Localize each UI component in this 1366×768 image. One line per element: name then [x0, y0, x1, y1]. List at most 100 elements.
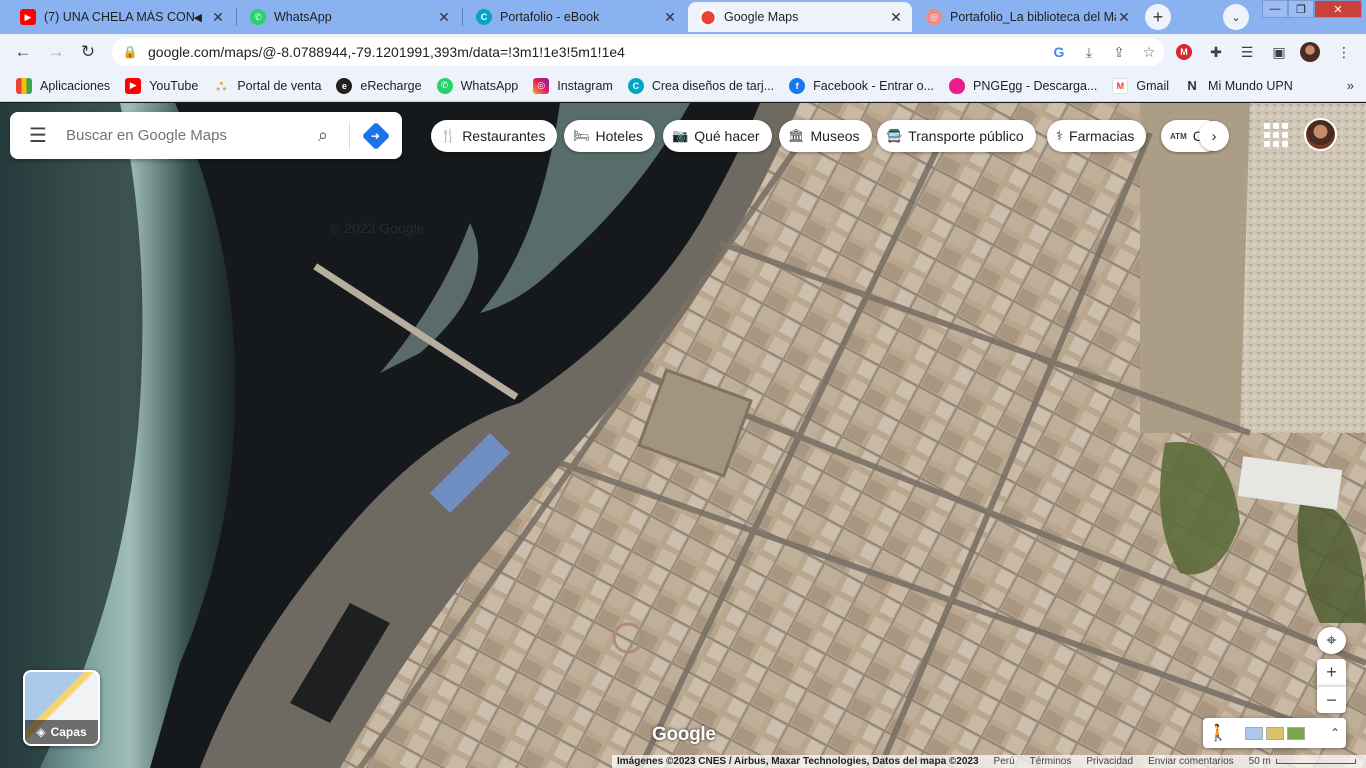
- forward-button[interactable]: →: [43, 39, 69, 65]
- tab-whatsapp[interactable]: ✆ WhatsApp ✕: [238, 2, 460, 32]
- maps-search-box: ☰ ⌕ ➜: [10, 112, 402, 159]
- new-tab-button[interactable]: +: [1145, 4, 1171, 30]
- url-text[interactable]: google.com/maps/@-8.0788944,-79.1201991,…: [148, 44, 1044, 60]
- chip-museos[interactable]: 🏛 Museos: [779, 120, 872, 152]
- bookmark-canva[interactable]: C Crea diseños de tarj...: [627, 77, 774, 94]
- pngegg-icon: [949, 77, 966, 94]
- arrow-left-icon: ←: [14, 42, 32, 61]
- bookmark-label: Portal de venta: [237, 78, 322, 93]
- scale-label[interactable]: 50 m: [1249, 756, 1271, 767]
- mega-extension-icon[interactable]: M: [1174, 42, 1194, 62]
- hamburger-menu-icon[interactable]: ☰: [10, 123, 66, 148]
- museum-icon: 🏛: [788, 128, 805, 143]
- address-bar[interactable]: 🔒 google.com/maps/@-8.0788944,-79.120199…: [112, 38, 1164, 66]
- extensions-icon[interactable]: ✚: [1206, 42, 1226, 62]
- search-icon[interactable]: ⌕: [303, 125, 343, 146]
- close-icon: ✕: [1333, 3, 1343, 16]
- media-control-icon[interactable]: ☰: [1237, 42, 1257, 62]
- more-bookmarks-icon[interactable]: »: [1347, 78, 1354, 93]
- maximize-button[interactable]: ❐: [1288, 0, 1314, 18]
- zoom-in-button[interactable]: +: [1317, 659, 1346, 686]
- satellite-thumb[interactable]: [1287, 726, 1305, 740]
- google-lens-icon[interactable]: G: [1044, 44, 1074, 60]
- terrain-thumb[interactable]: [1266, 726, 1284, 740]
- tab-title: Portafolio_La biblioteca del Ma: [950, 10, 1116, 24]
- pharmacy-icon: ⚕: [1056, 128, 1064, 143]
- close-icon[interactable]: ✕: [210, 9, 226, 26]
- instagram-icon: ◎: [533, 77, 550, 94]
- back-button[interactable]: ←: [10, 39, 36, 65]
- chip-hoteles[interactable]: 🛏 Hoteles: [564, 120, 655, 152]
- country-link[interactable]: Perú: [994, 756, 1015, 767]
- chip-farmacias[interactable]: ⚕ Farmacias: [1047, 120, 1147, 152]
- reload-button[interactable]: ↻: [75, 39, 101, 65]
- tab-portfolio[interactable]: ◎ Portafolio_La biblioteca del Ma ✕: [914, 2, 1140, 32]
- tab-google-maps[interactable]: ⬤ Google Maps ✕: [688, 2, 912, 32]
- install-icon[interactable]: ⤓: [1074, 44, 1104, 61]
- bookmark-whatsapp[interactable]: ✆ WhatsApp: [436, 77, 519, 94]
- layers-button[interactable]: ◈ Capas: [23, 670, 100, 746]
- directions-button[interactable]: ➜: [356, 116, 396, 156]
- minimize-button[interactable]: —: [1262, 0, 1288, 18]
- star-icon[interactable]: ☆: [1134, 44, 1164, 61]
- tab-search-button[interactable]: ⌄: [1223, 4, 1249, 30]
- bookmark-gmail[interactable]: M Gmail: [1112, 77, 1169, 94]
- chips-next-button[interactable]: ›: [1199, 121, 1229, 151]
- plus-icon: +: [1326, 662, 1337, 682]
- minus-icon: −: [1326, 689, 1337, 710]
- svg-text:© 2023 Google: © 2023 Google: [330, 220, 425, 236]
- profile-avatar[interactable]: [1300, 42, 1320, 62]
- search-input[interactable]: [66, 127, 303, 144]
- google-logo: Google: [652, 724, 716, 745]
- close-icon[interactable]: ✕: [1116, 9, 1132, 26]
- bookmark-aplicaciones[interactable]: Aplicaciones: [16, 77, 110, 94]
- zoom-out-button[interactable]: −: [1317, 686, 1346, 713]
- transit-icon: 🚍: [886, 128, 903, 143]
- chip-transporte-publico[interactable]: 🚍 Transporte público: [877, 120, 1036, 152]
- lock-icon: 🔒: [122, 45, 138, 59]
- bookmark-instagram[interactable]: ◎ Instagram: [533, 77, 613, 94]
- google-apps-icon[interactable]: [1264, 123, 1288, 147]
- chevron-down-icon: ⌄: [1231, 11, 1241, 24]
- bookmark-facebook[interactable]: f Facebook - Entrar o...: [789, 77, 935, 94]
- minimize-icon: —: [1269, 3, 1281, 15]
- side-panel-icon[interactable]: ▣: [1269, 42, 1289, 62]
- satellite-map[interactable]: © 2023 Google: [0, 103, 1366, 768]
- bookmark-youtube[interactable]: ▶ YouTube: [125, 77, 198, 94]
- bookmark-mi-mundo-upn[interactable]: N Mi Mundo UPN: [1184, 78, 1293, 94]
- satellite-imagery[interactable]: © 2023 Google: [0, 103, 1366, 768]
- map-type-thumb[interactable]: [1245, 726, 1263, 740]
- bookmark-label: Mi Mundo UPN: [1208, 78, 1293, 93]
- expand-icon[interactable]: ⌃: [1330, 726, 1340, 740]
- portfolio-icon: ◎: [926, 9, 942, 25]
- bookmark-label: WhatsApp: [460, 78, 519, 93]
- bookmark-pngegg[interactable]: PNGEgg - Descarga...: [949, 77, 1097, 94]
- tab-separator: [236, 8, 237, 26]
- map-view-panel: 🚶 ⌃: [1203, 718, 1346, 748]
- bookmark-label: Facebook - Entrar o...: [813, 78, 935, 93]
- tab-title: Portafolio - eBook: [500, 10, 600, 24]
- privacy-link[interactable]: Privacidad: [1086, 756, 1133, 767]
- my-location-button[interactable]: ⌖: [1317, 627, 1346, 654]
- close-icon[interactable]: ✕: [888, 9, 904, 26]
- chip-restaurantes[interactable]: 🍴 Restaurantes: [431, 120, 558, 152]
- reload-icon: ↻: [80, 42, 96, 61]
- pegman-icon[interactable]: 🚶: [1208, 722, 1228, 744]
- close-icon[interactable]: ✕: [662, 9, 678, 26]
- restaurant-icon: 🍴: [440, 128, 457, 143]
- speaker-icon[interactable]: ◀: [194, 11, 202, 24]
- bookmark-portal-de-venta[interactable]: ⛬ Portal de venta: [213, 77, 322, 94]
- close-icon[interactable]: ✕: [436, 9, 452, 26]
- youtube-icon: ▶: [125, 77, 142, 94]
- terms-link[interactable]: Términos: [1030, 756, 1072, 767]
- tab-youtube[interactable]: ▶ (7) UNA CHELA MÁS CON ◀ ✕: [8, 2, 234, 32]
- tab-canva[interactable]: C Portafolio - eBook ✕: [464, 2, 686, 32]
- close-window-button[interactable]: ✕: [1314, 0, 1362, 18]
- bookmark-erecharge[interactable]: e eRecharge: [336, 77, 422, 94]
- feedback-link[interactable]: Enviar comentarios: [1148, 756, 1234, 767]
- account-avatar[interactable]: [1304, 118, 1337, 151]
- share-icon[interactable]: ⇪: [1104, 44, 1134, 61]
- chip-que-hacer[interactable]: 📷 Qué hacer: [663, 120, 772, 152]
- chip-label: Hoteles: [595, 128, 643, 144]
- menu-kebab-icon[interactable]: ⋮: [1334, 42, 1354, 62]
